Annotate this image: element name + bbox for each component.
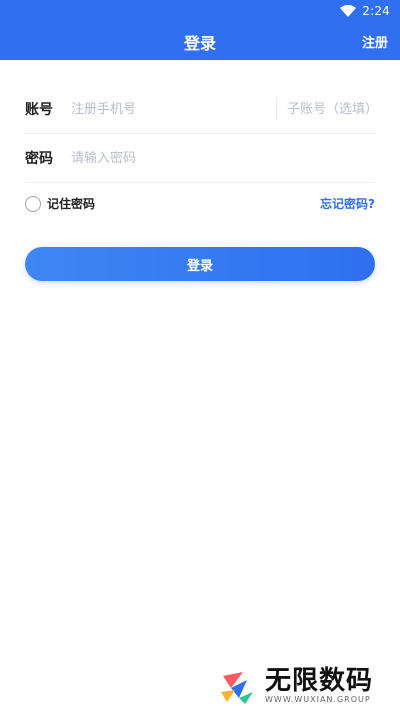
account-row: 账号 [25,85,375,134]
account-label: 账号 [25,102,53,118]
account-divider [276,98,277,120]
watermark-subtitle: WWW.WUXIAN.GROUP [265,695,371,704]
logo-icon [217,666,257,706]
login-options: 记住密码 忘记密码? [25,195,375,212]
register-link[interactable]: 注册 [362,32,388,51]
top-bar: 2:24 登录 注册 [0,0,400,60]
login-button[interactable]: 登录 [25,247,375,281]
password-label: 密码 [25,151,53,167]
status-time: 2:24 [362,4,390,18]
watermark: 无限数码 WWW.WUXIAN.GROUP [213,663,388,709]
password-input[interactable] [65,150,375,166]
status-bar: 2:24 [0,0,400,22]
wifi-icon [340,5,357,17]
remember-password-toggle[interactable]: 记住密码 [25,195,95,212]
watermark-text: 无限数码 WWW.WUXIAN.GROUP [265,667,373,705]
password-row: 密码 [25,134,375,183]
watermark-title: 无限数码 [265,666,374,696]
page-title: 登录 [183,34,216,53]
login-form: 账号 密码 [25,85,375,183]
sub-account-input[interactable] [287,101,375,117]
account-input[interactable] [65,101,268,117]
radio-unchecked-icon[interactable] [25,195,41,212]
remember-password-label: 记住密码 [47,197,96,211]
forgot-password-link[interactable]: 忘记密码? [320,195,375,212]
